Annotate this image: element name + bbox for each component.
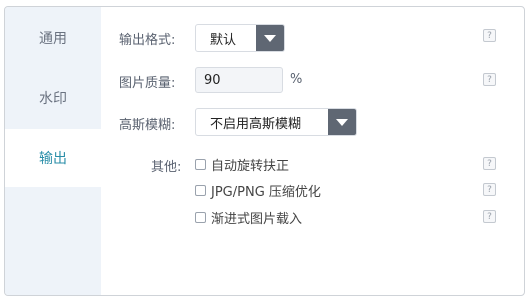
- sidebar: 通用 水印 输出: [5, 7, 101, 295]
- compress-option[interactable]: JPG/PNG 压缩优化: [195, 181, 321, 200]
- sidebar-item-label: 水印: [39, 91, 67, 107]
- quality-unit: %: [290, 72, 303, 87]
- output-format-select[interactable]: 默认: [195, 24, 285, 52]
- compress-checkbox[interactable]: [195, 185, 206, 196]
- progressive-label: 渐进式图片载入: [211, 212, 303, 227]
- sidebar-item-watermark[interactable]: 水印: [5, 69, 101, 127]
- sidebar-item-output[interactable]: 输出: [5, 129, 101, 187]
- gaussian-blur-select[interactable]: 不启用高斯模糊: [195, 108, 357, 136]
- sidebar-item-general[interactable]: 通用: [5, 9, 101, 67]
- other-label: 其他:: [151, 160, 182, 175]
- output-format-value: 默认: [210, 32, 237, 48]
- help-icon[interactable]: ?: [483, 29, 496, 42]
- sidebar-item-label: 通用: [39, 31, 67, 47]
- progressive-option[interactable]: 渐进式图片载入: [195, 208, 302, 227]
- help-icon[interactable]: ?: [483, 210, 496, 223]
- output-format-label: 输出格式:: [119, 33, 176, 48]
- gaussian-blur-value: 不启用高斯模糊: [210, 116, 302, 132]
- quality-input[interactable]: 90: [195, 67, 283, 93]
- help-icon[interactable]: ?: [483, 157, 496, 170]
- chevron-down-icon: [336, 118, 348, 126]
- compress-label: JPG/PNG 压缩优化: [211, 185, 321, 200]
- progressive-checkbox[interactable]: [195, 212, 206, 223]
- dropdown-arrow-button[interactable]: [256, 25, 284, 51]
- quality-label: 图片质量:: [119, 76, 176, 91]
- gaussian-blur-label: 高斯模糊:: [119, 118, 176, 133]
- chevron-down-icon: [264, 34, 276, 42]
- help-icon[interactable]: ?: [483, 183, 496, 196]
- settings-panel: 通用 水印 输出 输出格式: 默认 ? 图片质量: 90 % ? 高斯模糊: 不…: [4, 6, 525, 296]
- auto-rotate-checkbox[interactable]: [195, 159, 206, 170]
- dropdown-arrow-button[interactable]: [328, 109, 356, 135]
- auto-rotate-label: 自动旋转扶正: [211, 159, 290, 174]
- auto-rotate-option[interactable]: 自动旋转扶正: [195, 155, 289, 174]
- help-icon[interactable]: ?: [483, 73, 496, 86]
- sidebar-item-label: 输出: [39, 151, 67, 167]
- output-settings: 输出格式: 默认 ? 图片质量: 90 % ? 高斯模糊: 不启用高斯模糊 其他…: [101, 7, 524, 295]
